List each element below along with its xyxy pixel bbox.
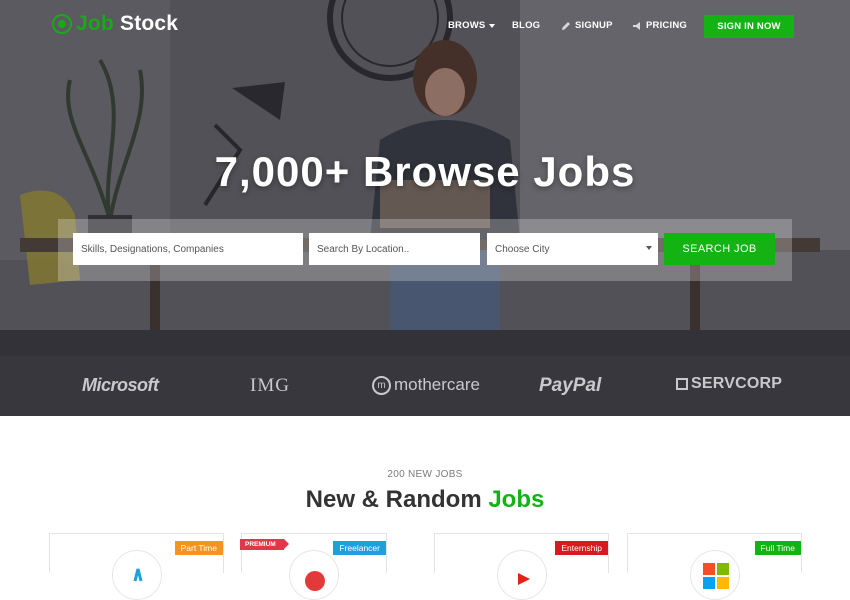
partner-logo-servcorp: SERVCORP [676, 375, 782, 393]
hero-overlay [0, 0, 850, 416]
keywords-input[interactable]: Skills, Designations, Companies [73, 233, 303, 265]
job-type-badge: Enternship [555, 541, 608, 555]
nav-item-label: BLOG [512, 20, 541, 31]
section-title: New & Random Jobs [0, 486, 850, 514]
logo-icon [52, 14, 72, 34]
city-select[interactable]: Choose City [487, 233, 658, 265]
site-logo[interactable]: Job Stock [52, 12, 178, 36]
partner-logo-servcorp-text: SERVCORP [691, 375, 783, 392]
job-type-badge: Part Time [174, 541, 223, 555]
nav-item-label: SIGNUP [575, 20, 613, 31]
partner-logo-mothercare-text: mothercare [394, 375, 480, 394]
nav-item-signup[interactable]: SIGNUP [561, 20, 613, 31]
company-logo-icon [305, 571, 325, 591]
nav-item-brows[interactable]: BROWS [448, 20, 496, 31]
job-card[interactable]: PREMIUM Freelancer [240, 533, 387, 600]
job-card[interactable]: Full Time [627, 533, 802, 600]
company-logo-icon [517, 573, 530, 585]
chevron-down-icon [489, 23, 496, 28]
company-logo [689, 550, 740, 600]
partner-logo-img: IMG [250, 375, 290, 396]
chevron-down-icon [646, 246, 652, 250]
job-type-badge: Freelancer [333, 541, 386, 555]
megaphone-icon [633, 21, 640, 30]
job-card[interactable]: Part Time [49, 533, 224, 600]
location-input[interactable]: Search By Location.. [309, 233, 480, 265]
search-job-button[interactable]: SEARCH JOB [664, 233, 775, 265]
logo-text: Job Stock [76, 12, 178, 36]
premium-badge: PREMIUM [240, 539, 289, 550]
partner-logo-mothercare: m mothercare [372, 375, 480, 395]
logo-text-part2: Stock [119, 12, 179, 35]
section-title-part1: New & Random [305, 486, 482, 513]
company-logo-icon [702, 563, 729, 589]
company-logo [111, 550, 162, 600]
city-select-value: Choose City [495, 243, 550, 255]
nav-item-blog[interactable]: BLOG [512, 20, 540, 31]
nav-item-label: PRICING [646, 20, 687, 31]
job-type-badge: Full Time [754, 541, 801, 555]
partner-logo-microsoft: Microsoft [82, 375, 159, 395]
section-title-part2: Jobs [488, 486, 545, 513]
sign-in-button[interactable]: SIGN IN NOW [704, 15, 794, 38]
company-logo [289, 550, 339, 600]
partner-logos-bar: Microsoft IMG m mothercare PayPal SERVCO… [0, 356, 850, 416]
nav-item-label: BROWS [448, 20, 486, 31]
nav-item-pricing[interactable]: PRICING [632, 20, 687, 31]
pencil-icon [562, 21, 570, 30]
job-card[interactable]: Enternship [434, 533, 609, 600]
section-subtitle: 200 NEW JOBS [387, 469, 463, 480]
mothercare-icon: m [372, 375, 391, 395]
hero-banner: Job Stock BROWS BLOG SIGNUP PRICING SIGN… [0, 0, 850, 416]
hero-headline: 7,000+ Browse Jobs [214, 148, 636, 195]
job-search-form: Skills, Designations, Companies Search B… [58, 219, 792, 281]
company-logo [496, 550, 547, 600]
company-logo-icon [133, 568, 142, 582]
partner-logo-paypal: PayPal [539, 375, 602, 396]
logo-text-part1: Job [76, 12, 114, 35]
servcorp-icon [676, 378, 688, 390]
top-navigation: Job Stock BROWS BLOG SIGNUP PRICING SIGN… [0, 0, 850, 52]
